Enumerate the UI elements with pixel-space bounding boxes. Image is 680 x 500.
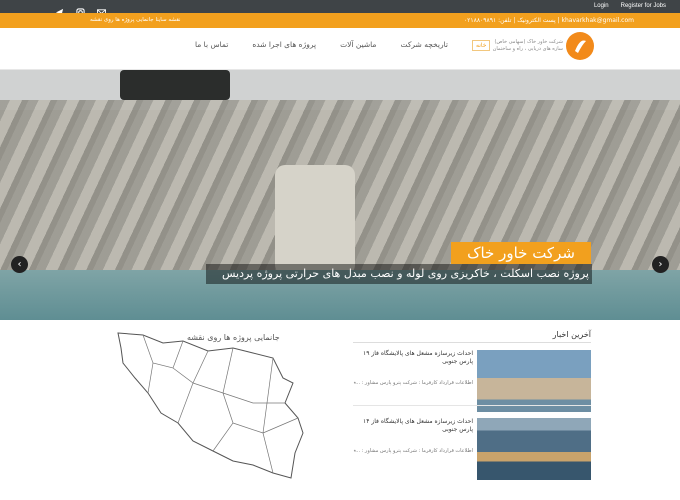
brand-text: شرکت خاور خاک (سهامی خاص) سازه های دریای… xyxy=(485,39,563,53)
contact-info: khavarkhak@gmail.com | پست الکترونیک | ت… xyxy=(463,17,634,24)
hero-concrete-block xyxy=(275,165,355,275)
news-item-title[interactable]: احداث زیرسازه مشعل های پالایشگاه فاز ۱۴ … xyxy=(355,418,473,434)
news-item-bullet: • xyxy=(353,380,357,387)
telegram-icon[interactable] xyxy=(55,2,64,17)
main-navbar: شرکت خاور خاک (سهامی خاص) سازه های دریای… xyxy=(0,28,680,70)
login-link[interactable]: Login xyxy=(594,2,609,11)
email-icon[interactable] xyxy=(97,2,106,16)
info-bar: نقشه ساینا جانمایی پروژه ها روی نقشه kha… xyxy=(0,13,680,28)
company-logo[interactable] xyxy=(566,32,594,60)
news-thumbnail[interactable] xyxy=(477,350,591,412)
brand-line-1: شرکت خاور خاک (سهامی خاص) xyxy=(494,39,563,45)
top-bar: Login Register for Jobs xyxy=(0,0,680,17)
hero-caption-subtitle: پروژه نصب اسکلت ، خاکریزی روی لوله و نصب… xyxy=(206,264,592,284)
map-link[interactable]: نقشه ساینا جانمایی پروژه ها روی نقشه xyxy=(90,16,181,25)
news-item-excerpt: اطلاعات قرارداد کارفرما : شرکت پترو پارس… xyxy=(355,380,473,386)
auth-links: Login Register for Jobs xyxy=(594,2,666,11)
news-item[interactable]: احداث زیرسازه مشعل های پالایشگاه فاز ۱۴ … xyxy=(353,418,591,482)
news-item-bullet: • xyxy=(353,448,357,455)
nav-item-projects[interactable]: پروژه های اجرا شده xyxy=(252,40,316,51)
nav-item-history[interactable]: تاریخچه شرکت xyxy=(400,40,448,51)
nav-menu: خانه تاریخچه شرکت ماشین آلات پروژه های ا… xyxy=(195,40,491,51)
instagram-icon[interactable] xyxy=(76,2,85,17)
nav-item-machinery[interactable]: ماشین آلات xyxy=(340,40,376,51)
brand-line-2: سازه های دریایی ، راه و ساختمان xyxy=(492,46,563,52)
iran-map[interactable] xyxy=(113,323,323,483)
chevron-right-icon[interactable]: › xyxy=(652,256,669,273)
chevron-left-icon[interactable]: ‹ xyxy=(11,256,28,273)
hero-caption-title: شرکت خاور خاک xyxy=(451,242,591,264)
news-divider xyxy=(353,405,591,406)
nav-item-home[interactable]: خانه xyxy=(471,40,491,51)
nav-item-contact[interactable]: تماس با ما xyxy=(195,40,228,51)
news-section-title: آخرین اخبار xyxy=(552,330,591,339)
hero-crane-image xyxy=(120,70,230,100)
hero-slider: شرکت خاور خاک پروژه نصب اسکلت ، خاکریزی … xyxy=(0,70,680,320)
news-item-excerpt: اطلاعات قرارداد کارفرما : شرکت پترو پارس… xyxy=(355,448,473,454)
social-links xyxy=(55,2,106,17)
register-link[interactable]: Register for Jobs xyxy=(621,2,666,11)
news-item-title[interactable]: احداث زیرسازه مشعل های پالایشگاه فاز ۱۹ … xyxy=(355,350,473,366)
news-thumbnail[interactable] xyxy=(477,418,591,480)
